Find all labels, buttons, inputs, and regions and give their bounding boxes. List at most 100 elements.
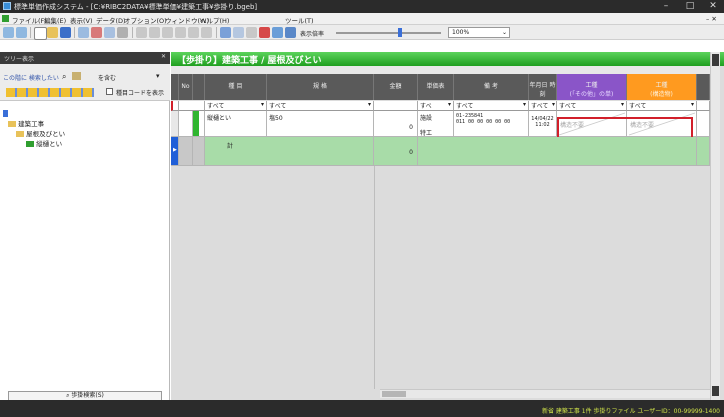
menu-tools[interactable]: ツール(T) — [285, 15, 314, 25]
search-icon[interactable]: ⌕ — [62, 72, 66, 82]
save-icon[interactable] — [60, 27, 71, 38]
col-header-item[interactable]: 種 目 — [205, 74, 267, 100]
total-row-fill — [418, 137, 697, 166]
cancel-filter-icon[interactable] — [259, 27, 270, 38]
col-header-date[interactable]: 年月日 時刻 — [529, 74, 557, 100]
move-down-icon[interactable] — [175, 27, 186, 38]
cut-icon[interactable] — [91, 27, 102, 38]
search-scope[interactable]: を含む — [98, 73, 116, 82]
insert-row-icon[interactable] — [136, 27, 147, 38]
zoom-select[interactable]: 100% ⌄ — [448, 27, 510, 38]
menu-view[interactable]: 表示(V) — [70, 15, 93, 25]
menu-data[interactable]: データ(D) — [96, 15, 126, 25]
cell-date[interactable]: 14/04/22 11:02 — [529, 111, 557, 137]
paste-icon[interactable] — [117, 27, 128, 38]
tree-search-area: この階に 検索したい ⌕ を含む ▾ 種目コードを表示 — [0, 64, 170, 101]
col-header-unit-price[interactable]: 単価表 — [418, 74, 454, 100]
child-window-controls[interactable]: – ✕ — [706, 15, 717, 23]
search-icon: ⌕ — [66, 392, 70, 399]
move-up-icon[interactable] — [162, 27, 173, 38]
folder-icon — [8, 121, 16, 127]
total-row-amount: 0 — [374, 137, 418, 166]
total-row-no — [179, 137, 193, 166]
sort-icon[interactable] — [272, 27, 283, 38]
delete-row-icon[interactable] — [149, 27, 160, 38]
horizontal-scrollbar[interactable] — [380, 389, 710, 398]
chevron-down-icon: ⌄ — [501, 29, 507, 36]
scroll-down-icon[interactable] — [712, 386, 719, 396]
menu-bar: ファイル(F) 編集(E) 表示(V) データ(D) オプション(O) ウィンド… — [0, 13, 724, 25]
zoom-slider-thumb[interactable] — [398, 28, 402, 37]
toolbar: 表示倍率 100% ⌄ — [0, 25, 724, 40]
back-icon[interactable] — [188, 27, 199, 38]
scope-dropdown-icon[interactable]: ▾ — [156, 72, 160, 80]
col-header-remarks[interactable]: 備 考 — [454, 74, 529, 100]
new-file-icon[interactable] — [34, 27, 47, 40]
menu-help[interactable]: ヘルプ(H) — [200, 15, 229, 25]
filter-spec[interactable]: すべて ▾ — [267, 101, 374, 111]
grid-icon[interactable] — [220, 27, 231, 38]
current-row-indicator[interactable]: ▶ — [171, 137, 179, 166]
col-header-work-b[interactable]: 工種 (構造物) — [627, 74, 697, 100]
menu-option[interactable]: オプション(O) — [124, 15, 167, 25]
cell-item[interactable]: 縦樋とい — [205, 111, 267, 137]
row-selector-header — [171, 74, 179, 100]
filter-unit-price[interactable]: すべ ▾ — [418, 101, 454, 111]
filter-work-b[interactable]: すべて ▾ — [627, 101, 697, 111]
cell-spec[interactable]: 塩50 — [267, 111, 374, 137]
cell-remarks[interactable]: 01-235841 011 00 00 00 00 00 — [454, 111, 529, 137]
col-header-spec[interactable]: 規 格 — [267, 74, 374, 100]
filter-extra — [697, 101, 710, 111]
filter-icon[interactable] — [246, 27, 257, 38]
filter-no[interactable] — [179, 101, 205, 111]
minimize-button[interactable]: – — [656, 0, 676, 13]
filter-amount[interactable] — [374, 101, 418, 111]
redo-icon[interactable] — [16, 27, 27, 38]
menu-edit[interactable]: 編集(E) — [44, 15, 66, 25]
sheet-icon — [26, 141, 34, 147]
doc-icon — [2, 15, 9, 22]
col-header-no[interactable]: No — [179, 74, 193, 100]
filter-remarks[interactable]: すべて ▾ — [454, 101, 529, 111]
menu-file[interactable]: ファイル(F) — [12, 15, 47, 25]
table-row-no[interactable] — [179, 111, 193, 137]
zoom-slider[interactable] — [336, 28, 441, 37]
tree-item-gutter[interactable]: 縦樋とい — [26, 138, 62, 148]
tree-panel-header: ツリー表示 ✕ — [0, 52, 170, 64]
col-header-blank — [193, 74, 205, 100]
forward-icon[interactable] — [201, 27, 212, 38]
close-button[interactable]: ✕ — [703, 0, 723, 13]
undo-icon[interactable] — [3, 27, 14, 38]
open-folder-icon[interactable] — [47, 27, 58, 38]
cell-unit-price[interactable]: 施設 特工 — [418, 111, 454, 137]
copy-icon[interactable] — [104, 27, 115, 38]
calculator-icon[interactable] — [285, 27, 296, 38]
window-title: 標準単価作成システム - [C:¥RIBC2DATA¥標準単価¥建築工事¥歩掛り… — [14, 3, 258, 11]
pin-icon[interactable]: ✕ — [161, 53, 166, 60]
print-icon[interactable] — [78, 27, 89, 38]
search-icon[interactable] — [233, 27, 244, 38]
col-header-amount[interactable]: 金額 — [374, 74, 418, 100]
filter-date[interactable]: すべて ▾ — [529, 101, 557, 111]
code-display-checkbox[interactable] — [106, 88, 113, 95]
banner-gap — [171, 66, 710, 74]
filter-work-a[interactable]: すべて ▾ — [557, 101, 627, 111]
display-ratio-label: 表示倍率 — [300, 31, 325, 38]
cell-amount[interactable]: 0 — [374, 111, 418, 137]
row-selector[interactable] — [171, 111, 179, 137]
col-header-work-a[interactable]: 工種 (「その他」の単) — [557, 74, 627, 100]
section-banner: 【歩掛り】建築工事 / 屋根及びとい — [171, 52, 724, 66]
scroll-up-icon[interactable] — [712, 54, 719, 66]
tree-item-roof[interactable]: 屋根及びとい — [16, 128, 65, 138]
folder-filter-icon[interactable] — [72, 72, 81, 80]
root-icon — [3, 110, 8, 117]
maximize-button[interactable]: □ — [680, 0, 700, 13]
tree-item-building-work[interactable]: 建築工事 — [8, 118, 44, 128]
tree-toolbar-icons[interactable] — [6, 88, 94, 97]
scroll-thumb[interactable] — [382, 391, 406, 397]
vertical-scrollbar[interactable] — [710, 52, 720, 400]
grid-divider — [374, 166, 375, 389]
cell-extra — [697, 111, 710, 137]
filter-item[interactable]: すべて ▾ — [205, 101, 267, 111]
col-header-extra — [697, 74, 710, 100]
